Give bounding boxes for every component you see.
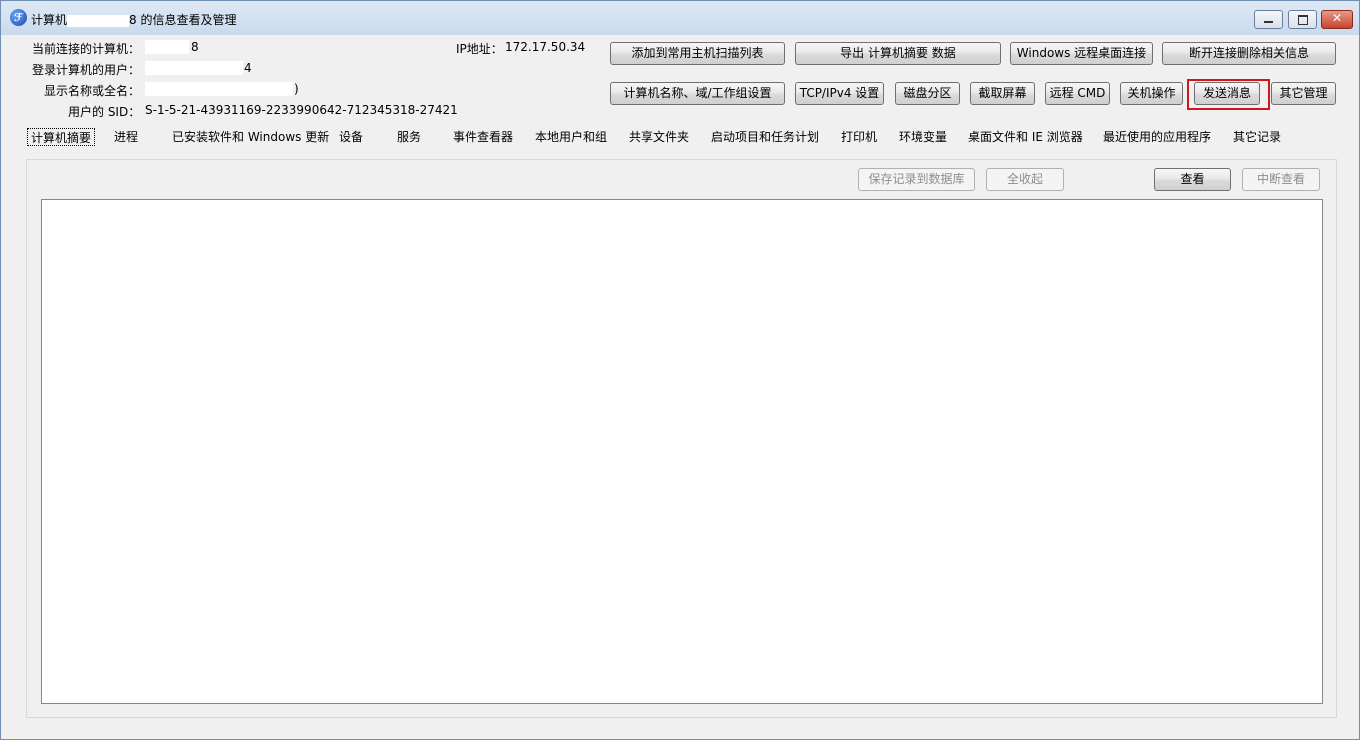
tab-services[interactable]: 服务 <box>397 128 421 146</box>
tab-environment-variables[interactable]: 环境变量 <box>899 128 947 146</box>
close-button[interactable] <box>1321 10 1353 29</box>
maximize-button[interactable] <box>1288 10 1317 29</box>
redacted-display-name <box>145 82 293 96</box>
tab-installed-software[interactable]: 已安装软件和 Windows 更新 <box>172 128 329 146</box>
save-to-database-button[interactable]: 保存记录到数据库 <box>858 168 975 191</box>
collapse-all-button[interactable]: 全收起 <box>986 168 1064 191</box>
content-area[interactable] <box>41 199 1323 704</box>
tab-processes[interactable]: 进程 <box>114 128 138 146</box>
minimize-button[interactable] <box>1254 10 1283 29</box>
computer-name-settings-button[interactable]: 计算机名称、域/工作组设置 <box>610 82 785 105</box>
remote-cmd-button[interactable]: 远程 CMD <box>1045 82 1110 105</box>
sid-value: S-1-5-21-43931169-2233990642-712345318-2… <box>145 103 458 117</box>
user-label: 登录计算机的用户： <box>32 63 141 77</box>
export-summary-button[interactable]: 导出 计算机摘要 数据 <box>795 42 1001 65</box>
redacted-user <box>145 61 243 75</box>
main-window: ℱ 计算机8 的信息查看及管理 当前连接的计算机： 8 登录计算机的用户： 4 … <box>0 0 1360 740</box>
add-to-scan-list-button[interactable]: 添加到常用主机扫描列表 <box>610 42 785 65</box>
user-value: 4 <box>244 61 252 75</box>
display-name-label: 显示名称或全名： <box>44 84 141 98</box>
highlight-box <box>1187 79 1270 110</box>
view-button[interactable]: 查看 <box>1154 168 1231 191</box>
tab-desktop-files-ie[interactable]: 桌面文件和 IE 浏览器 <box>968 128 1083 146</box>
redacted-computer <box>145 40 189 54</box>
app-icon: ℱ <box>10 9 27 26</box>
window-title: 计算机 8 的信息查看及管理 <box>31 13 237 27</box>
tab-other-records[interactable]: 其它记录 <box>1233 128 1281 146</box>
ip-label: IP地址： <box>456 42 503 56</box>
sid-label: 用户的 SID： <box>68 105 141 119</box>
computer-value: 8 <box>191 40 199 54</box>
shutdown-button[interactable]: 关机操作 <box>1120 82 1183 105</box>
tab-devices[interactable]: 设备 <box>339 128 363 146</box>
disk-partition-button[interactable]: 磁盘分区 <box>895 82 960 105</box>
title-bar[interactable]: ℱ 计算机 8 的信息查看及管理 <box>1 1 1359 35</box>
display-name-value: ) <box>294 82 299 96</box>
tab-recent-apps[interactable]: 最近使用的应用程序 <box>1103 128 1211 146</box>
remote-desktop-button[interactable]: Windows 远程桌面连接 <box>1010 42 1153 65</box>
tab-computer-summary[interactable]: 计算机摘要 <box>27 128 96 146</box>
computer-label: 当前连接的计算机： <box>32 42 141 56</box>
tcpip-settings-button[interactable]: TCP/IPv4 设置 <box>795 82 884 105</box>
screenshot-button[interactable]: 截取屏幕 <box>970 82 1035 105</box>
disconnect-button[interactable]: 断开连接删除相关信息 <box>1162 42 1336 65</box>
other-management-button[interactable]: 其它管理 <box>1271 82 1336 105</box>
ip-value: 172.17.50.34 <box>505 40 586 54</box>
tab-printers[interactable]: 打印机 <box>841 128 877 146</box>
tab-event-viewer[interactable]: 事件查看器 <box>453 128 513 146</box>
tab-local-users-groups[interactable]: 本地用户和组 <box>535 128 607 146</box>
tab-startup-tasks[interactable]: 启动项目和任务计划 <box>711 128 819 146</box>
stop-view-button[interactable]: 中断查看 <box>1242 168 1320 191</box>
tab-shared-folders[interactable]: 共享文件夹 <box>629 128 689 146</box>
